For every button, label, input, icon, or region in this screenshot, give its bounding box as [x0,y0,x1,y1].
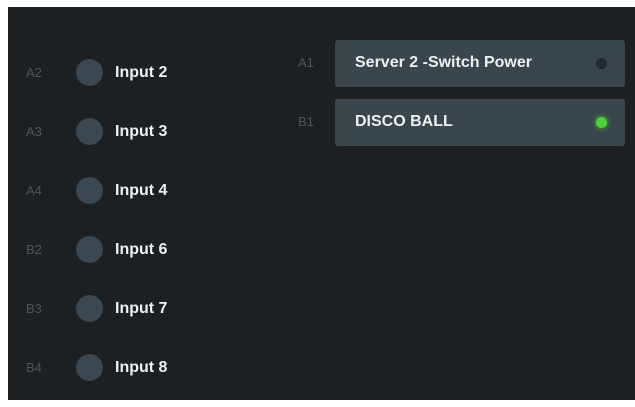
output-label: DISCO BALL [355,113,453,130]
status-led-icon [596,117,607,128]
input-label: Input 6 [115,240,168,258]
port-label: A1 [298,55,314,70]
input-indicator-icon [76,59,103,86]
port-label: B1 [298,114,314,129]
port-label: B4 [26,359,42,375]
port-label: A3 [26,123,42,139]
output-label: Server 2 -Switch Power [355,54,532,71]
input-row-a3[interactable]: A3 Input 3 [8,102,298,161]
output-row-b1: B1 DISCO BALL [290,99,635,158]
input-label: Input 7 [115,299,168,317]
input-label: Input 3 [115,122,168,140]
input-label: Input 4 [115,181,168,199]
input-indicator-icon [76,354,103,381]
status-led-icon [596,58,607,69]
input-indicator-icon [76,295,103,322]
output-toggle-button[interactable]: Server 2 -Switch Power [335,40,625,87]
input-label: Input 8 [115,358,168,376]
output-list: A1 Server 2 -Switch Power B1 DISCO BALL [290,40,635,158]
port-label: B3 [26,300,42,316]
input-row-a2[interactable]: A2 Input 2 [8,43,298,102]
io-panel: A2 Input 2 A3 Input 3 A4 Input 4 B2 Inpu… [8,7,635,400]
output-toggle-button[interactable]: DISCO BALL [335,99,625,146]
port-label: A4 [26,182,42,198]
input-list: A2 Input 2 A3 Input 3 A4 Input 4 B2 Inpu… [8,43,298,397]
output-row-a1: A1 Server 2 -Switch Power [290,40,635,99]
input-row-b2[interactable]: B2 Input 6 [8,220,298,279]
input-indicator-icon [76,236,103,263]
port-label: A2 [26,64,42,80]
input-indicator-icon [76,177,103,204]
input-label: Input 2 [115,63,168,81]
port-label: B2 [26,241,42,257]
input-row-b3[interactable]: B3 Input 7 [8,279,298,338]
input-row-a4[interactable]: A4 Input 4 [8,161,298,220]
input-row-b4[interactable]: B4 Input 8 [8,338,298,397]
input-indicator-icon [76,118,103,145]
